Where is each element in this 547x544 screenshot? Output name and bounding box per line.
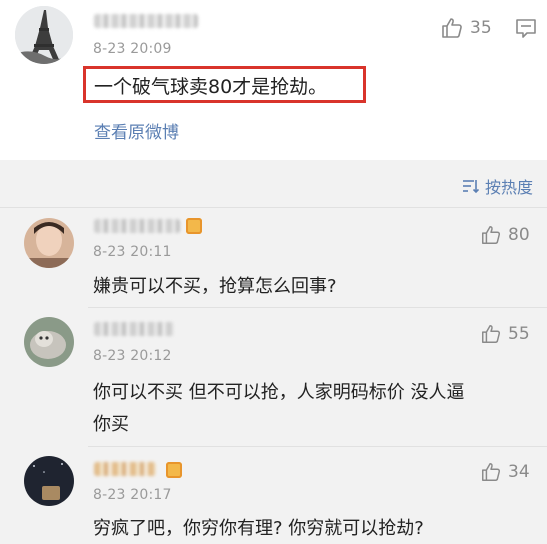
thumbs-up-icon xyxy=(482,226,501,244)
sort-button[interactable]: 按热度 xyxy=(461,174,533,198)
comment-icon xyxy=(516,19,536,38)
like-count: 35 xyxy=(470,18,492,38)
avatar[interactable] xyxy=(15,6,73,64)
main-comment: 8-23 20:09 35 一个破气球卖80才是抢劫。 查看原微博 xyxy=(0,0,547,160)
vip-badge-icon xyxy=(166,462,182,478)
username[interactable] xyxy=(94,219,180,233)
divider xyxy=(88,307,547,308)
view-original-link[interactable]: 查看原微博 xyxy=(94,118,179,143)
avatar[interactable] xyxy=(24,456,74,506)
comment-timestamp: 8-23 20:09 xyxy=(93,41,172,57)
reply-text-line: 你可以不买 但不可以抢，人家明码标价 没人逼 xyxy=(93,382,465,403)
avatar[interactable] xyxy=(24,218,74,268)
like-count: 80 xyxy=(508,225,530,245)
thumbs-up-icon xyxy=(482,463,501,481)
sort-label: 按热度 xyxy=(484,178,533,197)
sort-icon xyxy=(462,180,479,194)
like-button[interactable]: 35 xyxy=(440,16,492,40)
reply-text: 嫌贵可以不买，抢算怎么回事? xyxy=(93,276,337,297)
like-count: 55 xyxy=(508,324,530,344)
like-button[interactable]: 34 xyxy=(480,461,530,483)
vip-badge-icon xyxy=(186,218,202,234)
like-button[interactable]: 55 xyxy=(480,323,530,345)
username[interactable] xyxy=(94,462,156,476)
reply-text-line: 你买 xyxy=(93,414,129,435)
comment-text: 一个破气球卖80才是抢劫。 xyxy=(94,76,328,98)
cat-avatar-icon xyxy=(24,317,74,367)
reply-timestamp: 8-23 20:17 xyxy=(93,487,172,503)
like-button[interactable]: 80 xyxy=(480,224,530,246)
username[interactable] xyxy=(94,14,198,28)
divider xyxy=(88,446,547,447)
comment-button[interactable] xyxy=(515,17,537,43)
person-avatar-icon xyxy=(24,218,74,268)
eiffel-tower-icon xyxy=(15,6,73,64)
dark-avatar-icon xyxy=(24,456,74,506)
divider xyxy=(0,207,547,208)
avatar[interactable] xyxy=(24,317,74,367)
reply-text: 穷疯了吧，你穷你有理? 你穷就可以抢劫? xyxy=(93,518,424,539)
reply-timestamp: 8-23 20:11 xyxy=(93,244,172,260)
like-count: 34 xyxy=(508,462,530,482)
username[interactable] xyxy=(94,322,174,336)
thumbs-up-icon xyxy=(482,325,501,343)
reply-timestamp: 8-23 20:12 xyxy=(93,348,172,364)
thumbs-up-icon xyxy=(442,18,462,38)
